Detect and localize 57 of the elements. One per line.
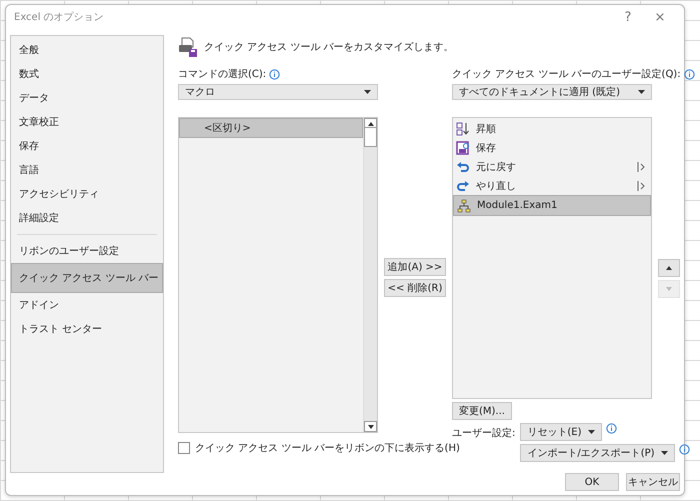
redo-icon xyxy=(456,178,470,192)
caret-icon xyxy=(660,451,668,455)
move-up-button[interactable] xyxy=(658,259,680,277)
up-triangle-icon xyxy=(368,122,374,126)
list-item[interactable]: <区切り> xyxy=(179,118,363,138)
sidebar-item[interactable]: 言語 xyxy=(11,158,163,182)
down-triangle-icon xyxy=(666,287,672,291)
list-item[interactable]: Module1.Exam1 xyxy=(453,195,651,216)
add-button[interactable]: 追加(A) >> xyxy=(384,258,446,276)
help-button[interactable]: ? xyxy=(612,10,644,24)
window-title: Excel のオプション xyxy=(14,10,105,24)
sidebar-item[interactable]: トラスト センター xyxy=(11,317,163,341)
ok-button[interactable]: OK xyxy=(565,473,619,491)
list-item[interactable]: やり直し xyxy=(453,176,651,195)
caret-icon xyxy=(588,430,594,434)
up-triangle-icon xyxy=(666,266,672,270)
sidebar-item[interactable]: データ xyxy=(11,86,163,110)
checkbox[interactable] xyxy=(178,442,190,454)
scrollbar-thumb[interactable] xyxy=(364,127,377,147)
list-item[interactable]: 元に戻す xyxy=(453,157,651,176)
down-triangle-icon xyxy=(368,424,374,428)
caret-icon xyxy=(364,90,371,94)
cancel-button[interactable]: キャンセル xyxy=(626,473,680,491)
sidebar-item[interactable]: クイック アクセス ツール バー xyxy=(11,263,163,293)
sidebar-item[interactable]: リボンのユーザー設定 xyxy=(11,239,163,263)
printer-save-icon xyxy=(178,37,198,57)
save-icon xyxy=(456,140,470,154)
reset-button[interactable]: リセット(E) xyxy=(520,423,602,441)
remove-button[interactable]: << 削除(R) xyxy=(384,279,446,297)
sidebar-item[interactable]: 保存 xyxy=(11,134,163,158)
close-button[interactable]: × xyxy=(644,10,676,24)
import-export-button[interactable]: インポート/エクスポート(P) xyxy=(520,444,675,462)
user-settings-label: ユーザー設定: xyxy=(452,426,516,440)
sidebar-item[interactable]: アドイン xyxy=(11,293,163,317)
undo-icon xyxy=(456,160,470,174)
header-text: クイック アクセス ツール バーをカスタマイズします。 xyxy=(204,41,454,54)
info-icon xyxy=(269,68,280,80)
modify-button[interactable]: 変更(M)... xyxy=(452,402,512,420)
toolbar-label: クイック アクセス ツール バーのユーザー設定(Q): xyxy=(452,68,681,81)
sidebar-item[interactable]: 詳細設定 xyxy=(11,206,163,230)
scroll-down-button[interactable] xyxy=(364,421,377,432)
info-icon xyxy=(678,444,690,455)
sort-icon xyxy=(456,122,470,136)
list-item[interactable]: 昇順 xyxy=(453,119,651,138)
sidebar-item[interactable]: アクセシビリティ xyxy=(11,182,163,206)
scope-dropdown[interactable]: すべてのドキュメントに適用 (既定) xyxy=(452,84,652,100)
commands-label: コマンドの選択(C): xyxy=(178,68,266,81)
info-icon xyxy=(606,423,616,434)
sidebar-item[interactable]: 数式 xyxy=(11,62,163,86)
info-icon xyxy=(684,68,695,80)
sidebar-item[interactable]: 全般 xyxy=(11,38,163,62)
sidebar-item[interactable]: 文章校正 xyxy=(11,110,163,134)
list-item[interactable]: 保存 xyxy=(453,138,651,157)
commands-dropdown[interactable]: マクロ xyxy=(178,84,378,100)
checkbox-label: クイック アクセス ツール バーをリボンの下に表示する(H) xyxy=(195,442,460,455)
hierarchy-icon xyxy=(457,198,471,212)
caret-icon xyxy=(638,90,645,94)
